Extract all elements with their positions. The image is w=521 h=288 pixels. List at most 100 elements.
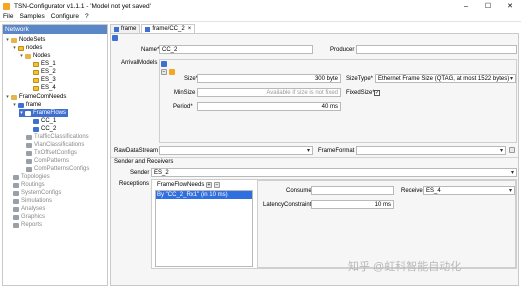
expand-icon[interactable]: ▾ — [12, 102, 17, 108]
expand-icon[interactable]: ▾ — [5, 94, 10, 100]
menu-samples[interactable]: Samples — [16, 13, 47, 20]
menu-bar: File Samples Configure ? — [0, 12, 521, 22]
frame-flow-needs-list: By "CC_2_Rx1" (in 10 ms) — [155, 190, 253, 267]
menu-help[interactable]: ? — [82, 13, 92, 20]
tree-item-es2[interactable]: ES_2 — [32, 68, 56, 76]
tree-item-topologies[interactable]: Topologies — [12, 173, 50, 181]
editor-tabs: frame frame/CC_2 × — [110, 24, 196, 33]
tree-item-reports[interactable]: Reports — [12, 221, 42, 229]
menu-file[interactable]: File — [0, 13, 16, 20]
tree-item-compatternsconfigs[interactable]: ComPatternsConfigs — [25, 165, 89, 173]
tree-item-es3[interactable]: ES_3 — [32, 76, 56, 84]
maximize-button[interactable]: ☐ — [477, 0, 499, 12]
sender-label: Sender — [130, 170, 150, 176]
consumer-field[interactable] — [311, 186, 394, 195]
tree-item-txoffsetconfigs[interactable]: TxOffsetConfigs — [25, 149, 77, 157]
latency-constraint-field[interactable]: 10 ms — [311, 200, 394, 209]
node-icon — [33, 69, 39, 75]
sender-select[interactable]: ES_2 — [151, 168, 517, 177]
latency-constraint-label: LatencyConstraint — [263, 202, 312, 208]
expand-icon[interactable]: ▾ — [12, 45, 17, 51]
sender-receivers-heading: Sender and Receivers — [114, 159, 174, 165]
expand-icon[interactable]: ▾ — [5, 37, 10, 43]
tab-frame-cc2[interactable]: frame/CC_2 × — [141, 24, 196, 33]
expand-icon[interactable]: ▾ — [19, 53, 24, 59]
folder-icon — [11, 94, 17, 100]
tree-item-framecomneeds[interactable]: ▾ FrameComNeeds — [5, 93, 66, 101]
config-icon — [26, 150, 32, 156]
app-icon — [3, 2, 10, 10]
raw-data-stream-label: RawDataStream — [114, 148, 159, 154]
min-size-label: MinSize — [174, 90, 196, 96]
frame-format-select[interactable] — [356, 146, 506, 155]
size-type-label: SizeType* — [346, 76, 374, 82]
fixed-size-checkbox[interactable]: ✓ — [374, 90, 380, 96]
tree-item-frame[interactable]: ▾ frame — [12, 101, 41, 109]
network-panel: Network ▾ NodeSets ▾ nodes ▾ Nodes ES_1 ES_… — [2, 24, 108, 286]
producer-field[interactable] — [356, 45, 517, 54]
min-size-field[interactable]: Available if size is not fixed — [197, 88, 341, 97]
fixed-size-label: FixedSize* — [346, 90, 375, 96]
node-icon — [33, 85, 39, 91]
frameflow-icon — [25, 110, 31, 116]
tree-item-es4[interactable]: ES_4 — [32, 84, 56, 92]
arrival-models-panel: − Size* 300 byte SizeType* Ethernet Fram… — [159, 59, 517, 143]
period-field[interactable]: 40 ms — [197, 102, 341, 111]
name-label: Name* — [141, 47, 160, 53]
size-type-select[interactable]: Ethernet Frame Size (QTAG, at most 1522 … — [375, 74, 516, 83]
tree-item-nodes[interactable]: ▾ nodes — [12, 44, 42, 52]
window-title: TSN-Configurator v1.1.1 - 'Model not yet… — [14, 2, 151, 10]
tree-item-es1[interactable]: ES_1 — [32, 60, 56, 68]
remove-icon[interactable]: − — [161, 69, 167, 75]
watermark: 知乎 @虹科智能自动化 — [348, 261, 462, 273]
config-icon — [26, 142, 32, 148]
config-icon — [13, 190, 19, 196]
close-button[interactable]: ✕ — [499, 0, 521, 12]
node-icon — [33, 61, 39, 67]
tree-item-cc1[interactable]: CC_1 — [32, 117, 56, 125]
tree-item-compatterns[interactable]: ComPatterns — [25, 157, 69, 165]
tree-item-vlanclassifications[interactable]: VlanClassifications — [25, 141, 84, 149]
tab-frame[interactable]: frame — [110, 24, 141, 33]
producer-label: Producer — [330, 47, 355, 53]
menu-configure[interactable]: Configure — [48, 13, 82, 20]
add-icon[interactable]: + — [206, 182, 212, 188]
tree-item-cc2[interactable]: CC_2 — [32, 125, 56, 133]
raw-data-stream-select[interactable] — [159, 146, 313, 155]
edit-icon[interactable] — [169, 69, 175, 75]
tree-item-graphics[interactable]: Graphics — [12, 213, 45, 221]
frame-format-menu-icon[interactable] — [509, 147, 515, 153]
receiver-label: Receiver — [401, 188, 425, 194]
editor-content: Name* CC_2 Producer ArrivalModels − Size… — [110, 33, 519, 286]
list-item[interactable]: By "CC_2_Rx1" (in 10 ms) — [156, 191, 252, 199]
config-icon — [26, 166, 32, 172]
frame-format-label: FrameFormat — [318, 148, 355, 154]
edit-mode-icon[interactable] — [112, 35, 118, 41]
frame-icon — [33, 118, 39, 124]
receiver-select[interactable]: ES_4 — [423, 186, 515, 195]
remove-icon[interactable]: − — [214, 182, 220, 188]
tree-item-frameflows[interactable]: ▾ FrameFlows — [19, 109, 69, 117]
consumer-label: Consumer — [286, 188, 314, 194]
topology-icon — [13, 174, 19, 180]
tree-item-analyses[interactable]: Analyses — [12, 205, 45, 213]
tab-close-icon[interactable]: × — [188, 26, 192, 32]
size-field[interactable]: 300 byte — [197, 74, 341, 83]
minimize-button[interactable]: – — [455, 0, 477, 12]
tree-item-systemconfigs[interactable]: SystemConfigs — [12, 189, 61, 197]
tree-item-trafficclassifications[interactable]: TrafficClassifications — [25, 133, 89, 141]
name-field[interactable]: CC_2 — [159, 45, 313, 54]
report-icon — [13, 222, 19, 228]
frame-icon — [18, 102, 24, 108]
config-icon — [26, 158, 32, 164]
arrival-model-icon — [161, 61, 167, 67]
tree-item-nodesets[interactable]: ▾ NodeSets — [5, 36, 45, 44]
tree-item-nodes-folder[interactable]: ▾ Nodes — [19, 52, 50, 60]
tree-item-simulations[interactable]: Simulations — [12, 197, 52, 205]
expand-icon[interactable]: ▾ — [19, 110, 24, 116]
network-panel-title: Network — [3, 25, 107, 34]
arrival-models-label: ArrivalModels — [121, 60, 158, 66]
routing-icon — [13, 182, 19, 188]
section-divider — [111, 157, 518, 158]
tree-item-routings[interactable]: Routings — [12, 181, 45, 189]
